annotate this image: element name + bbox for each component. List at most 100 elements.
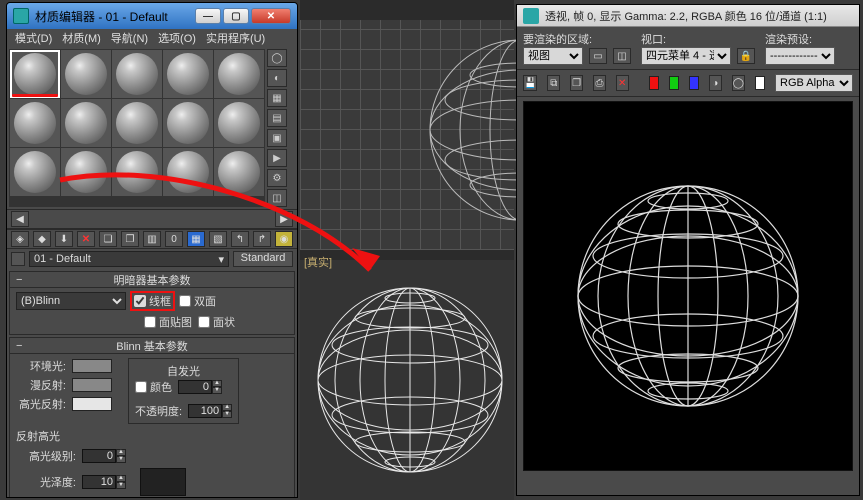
- spec-level-label: 高光级别:: [16, 448, 76, 464]
- scroll-right-icon[interactable]: ▶: [275, 211, 293, 227]
- titlebar[interactable]: 材质编辑器 - 01 - Default — ▢ ✕: [7, 3, 297, 29]
- make-copy-icon[interactable]: ❏: [99, 231, 117, 247]
- material-slot-8[interactable]: [163, 99, 213, 147]
- diffuse-swatch[interactable]: [72, 378, 112, 392]
- put-to-lib-icon[interactable]: ▥: [143, 231, 161, 247]
- sample-uv-icon[interactable]: ▤: [267, 109, 287, 127]
- material-slot-14[interactable]: [214, 148, 264, 196]
- material-toolbar: ◈ ◆ ⬇ ✕ ❏ ❐ ▥ 0 ▦ ▧ ↰ ↱ ◉: [7, 229, 297, 249]
- material-slot-2[interactable]: [112, 50, 162, 98]
- material-type-button[interactable]: Standard: [233, 251, 293, 267]
- show-end-icon[interactable]: ▧: [209, 231, 227, 247]
- rollup-title[interactable]: − 明暗器基本参数: [10, 272, 294, 288]
- material-slot-3[interactable]: [163, 50, 213, 98]
- reset-map-icon[interactable]: ✕: [77, 231, 95, 247]
- save-icon[interactable]: 💾: [523, 75, 537, 91]
- menu-material[interactable]: 材质(M): [58, 29, 105, 47]
- rollup-title-text: 明暗器基本参数: [114, 272, 191, 288]
- spec-group-label: 反射高光: [16, 428, 288, 444]
- material-slot-13[interactable]: [163, 148, 213, 196]
- show-in-vp-icon[interactable]: ▦: [187, 231, 205, 247]
- sample-type-icon[interactable]: ◯: [267, 49, 287, 67]
- viewport-mode-label[interactable]: [真实]: [300, 254, 336, 270]
- self-illum-spinner[interactable]: ▲▼: [178, 380, 222, 394]
- specular-swatch[interactable]: [72, 397, 112, 411]
- eyedropper-icon[interactable]: [11, 252, 25, 266]
- crop-icon[interactable]: ◫: [613, 48, 631, 64]
- material-slot-12[interactable]: [112, 148, 162, 196]
- print-icon[interactable]: ⎙: [593, 75, 606, 91]
- channel-g-button[interactable]: [669, 76, 679, 90]
- go-forward-icon[interactable]: ↱: [253, 231, 271, 247]
- material-slots: [9, 49, 265, 207]
- highlight-preview: [140, 468, 186, 496]
- material-slot-7[interactable]: [112, 99, 162, 147]
- get-material-icon[interactable]: ◈: [11, 231, 29, 247]
- video-check-icon[interactable]: ▣: [267, 129, 287, 147]
- ambient-swatch[interactable]: [72, 359, 112, 373]
- material-slot-1[interactable]: [61, 50, 111, 98]
- preset-combo[interactable]: ---------------: [765, 47, 835, 65]
- mat-id-icon[interactable]: 0: [165, 231, 183, 247]
- face-map-checkbox[interactable]: 面贴图: [144, 314, 192, 330]
- background-icon[interactable]: ▦: [267, 89, 287, 107]
- viewport-combo[interactable]: 四元菜单 4 - 透: [641, 47, 731, 65]
- menu-navigate[interactable]: 导航(N): [107, 29, 152, 47]
- material-slot-0[interactable]: [10, 50, 60, 98]
- rollup-title[interactable]: − Blinn 基本参数: [10, 338, 294, 354]
- self-illum-color-check[interactable]: 颜色: [135, 379, 172, 395]
- make-unique-icon[interactable]: ❐: [121, 231, 139, 247]
- render-row-1: 要渲染的区域: 视图 ▭ ◫ 视口: 四元菜单 4 - 透 🔒 渲染预设: --…: [517, 27, 859, 69]
- wireframe-checkbox[interactable]: 线框: [132, 293, 173, 309]
- assign-to-sel-icon[interactable]: ⬇: [55, 231, 73, 247]
- channel-b-button[interactable]: [689, 76, 699, 90]
- glossiness-spinner[interactable]: ▲▼: [82, 475, 126, 489]
- overlay-button[interactable]: [755, 76, 765, 90]
- render-titlebar[interactable]: 透视, 帧 0, 显示 Gamma: 2.2, RGBA 颜色 16 位/通道 …: [517, 5, 859, 27]
- render-output-area[interactable]: [523, 101, 853, 471]
- scroll-left-icon[interactable]: ◀: [11, 211, 29, 227]
- material-name-field[interactable]: 01 - Default ▾: [29, 251, 229, 267]
- material-slot-11[interactable]: [61, 148, 111, 196]
- backlight-icon[interactable]: ◐: [267, 69, 287, 87]
- self-illum-color-label: 颜色: [150, 379, 172, 395]
- select-by-mat-icon[interactable]: ◫: [267, 189, 287, 207]
- pick-from-obj-icon[interactable]: ◉: [275, 231, 293, 247]
- preview-icon[interactable]: ▶: [267, 149, 287, 167]
- material-name-row: 01 - Default ▾ Standard: [7, 249, 297, 269]
- channel-combo[interactable]: RGB Alpha: [775, 74, 853, 92]
- channel-r-button[interactable]: [649, 76, 659, 90]
- faceted-checkbox[interactable]: 面状: [198, 314, 235, 330]
- scroll-row: ◀ ▶: [7, 209, 297, 229]
- opacity-spinner[interactable]: ▲▼: [188, 404, 232, 418]
- maximize-button[interactable]: ▢: [223, 8, 249, 24]
- ambient-label: 环境光:: [16, 358, 66, 374]
- clone-icon[interactable]: ❐: [570, 75, 583, 91]
- material-slot-4[interactable]: [214, 50, 264, 98]
- menu-options[interactable]: 选项(O): [154, 29, 200, 47]
- close-button[interactable]: ✕: [251, 8, 291, 24]
- options-icon[interactable]: ⚙: [267, 169, 287, 187]
- menu-mode[interactable]: 模式(D): [11, 29, 56, 47]
- clear-icon[interactable]: ✕: [616, 75, 629, 91]
- material-slot-10[interactable]: [10, 148, 60, 196]
- mono-icon[interactable]: ◯: [732, 75, 745, 91]
- shader-combo[interactable]: (B)Blinn: [16, 292, 126, 310]
- material-editor-window: 材质编辑器 - 01 - Default — ▢ ✕ 模式(D) 材质(M) 导…: [6, 2, 298, 498]
- go-parent-icon[interactable]: ↰: [231, 231, 249, 247]
- lock-icon[interactable]: 🔒: [737, 48, 755, 64]
- copy-icon[interactable]: ⧉: [547, 75, 560, 91]
- viewport-panel[interactable]: [真实]: [300, 0, 514, 500]
- region-icon[interactable]: ▭: [589, 48, 607, 64]
- put-to-scene-icon[interactable]: ◆: [33, 231, 51, 247]
- material-slot-9[interactable]: [214, 99, 264, 147]
- render-area-combo[interactable]: 视图: [523, 47, 583, 65]
- spec-level-spinner[interactable]: ▲▼: [82, 449, 126, 463]
- minimize-button[interactable]: —: [195, 8, 221, 24]
- two-sided-checkbox[interactable]: 双面: [179, 293, 216, 309]
- alpha-icon[interactable]: ◑: [709, 75, 722, 91]
- material-slot-5[interactable]: [10, 99, 60, 147]
- material-slot-6[interactable]: [61, 99, 111, 147]
- wireframe-label: 线框: [149, 293, 171, 309]
- menu-util[interactable]: 实用程序(U): [202, 29, 269, 47]
